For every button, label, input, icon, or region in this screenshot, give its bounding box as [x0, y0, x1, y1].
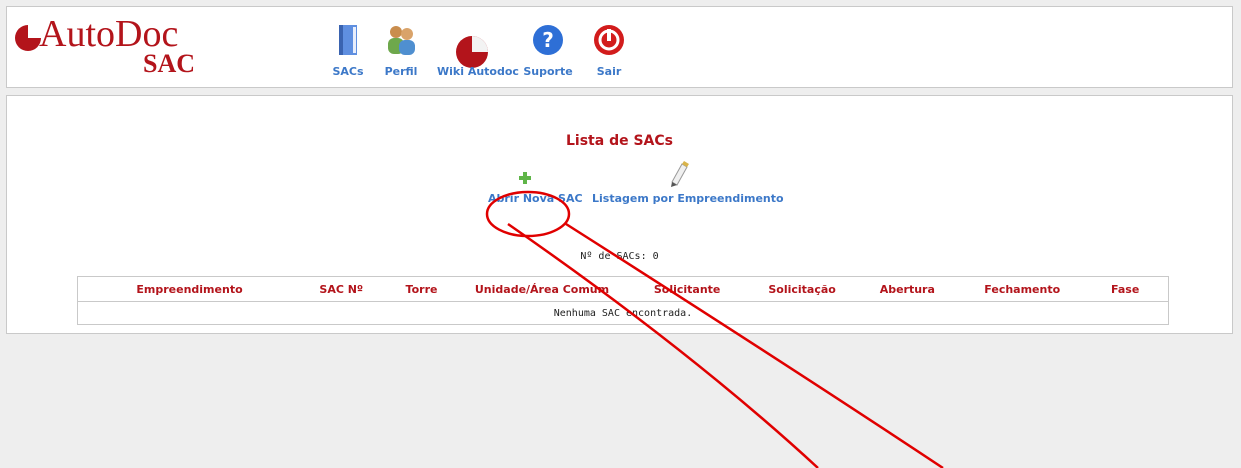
users-icon — [388, 26, 415, 55]
main-panel: Lista de SACs Abrir Nova SAC Listagem po… — [6, 95, 1233, 334]
svg-text:?: ? — [542, 28, 554, 52]
col-fechamento[interactable]: Fechamento — [962, 276, 1083, 302]
list-by-empreendimento-label: Listagem por Empreendimento — [592, 192, 784, 205]
sac-count: Nº de SACs: 0 — [580, 251, 659, 262]
sac-table: Empreendimento SAC Nº Torre Unidade/Área… — [77, 276, 1170, 325]
logo-mark-icon — [15, 25, 41, 51]
nav-suporte-label: Suporte — [523, 65, 573, 78]
logo-brand: AutoDoc — [39, 13, 179, 55]
page-title: Lista de SACs — [566, 133, 673, 149]
open-new-sac-label: Abrir Nova SAC — [488, 192, 583, 205]
list-by-empreendimento-link[interactable]: Listagem por Empreendimento — [592, 161, 784, 205]
table-row: Nenhuma SAC encontrada. — [77, 301, 1169, 325]
book-icon — [339, 25, 357, 55]
col-torre[interactable]: Torre — [381, 276, 462, 302]
col-solicitante[interactable]: Solicitante — [622, 276, 752, 302]
help-icon: ? — [533, 25, 563, 55]
plus-icon — [519, 172, 531, 184]
nav-sair-label: Sair — [596, 65, 622, 78]
nav-suporte[interactable]: ? Suporte — [513, 21, 583, 83]
app-header: AutoDoc SAC SACs Perfil Wiki Autodoc ? S… — [6, 6, 1233, 88]
pie-chart-icon — [456, 36, 488, 68]
autodoc-logo[interactable]: AutoDoc SAC — [15, 13, 215, 87]
col-sac-no[interactable]: SAC Nº — [301, 276, 382, 302]
nav-sair[interactable]: Sair — [574, 21, 644, 83]
col-abertura[interactable]: Abertura — [852, 276, 963, 302]
col-unidade[interactable]: Unidade/Área Comum — [461, 276, 623, 302]
col-empreendimento[interactable]: Empreendimento — [77, 276, 302, 302]
nav-perfil-label: Perfil — [384, 65, 418, 78]
logo-sub: SAC — [143, 49, 196, 78]
nav-perfil[interactable]: Perfil — [366, 21, 436, 83]
col-solicitacao[interactable]: Solicitação — [751, 276, 853, 302]
open-new-sac-link[interactable]: Abrir Nova SAC — [488, 172, 583, 205]
col-fase[interactable]: Fase — [1082, 276, 1170, 302]
table-header-row: Empreendimento SAC Nº Torre Unidade/Área… — [77, 276, 1170, 302]
nav-wiki-autodoc[interactable]: Wiki Autodoc — [437, 21, 519, 83]
power-icon — [594, 25, 624, 55]
empty-message: Nenhuma SAC encontrada. — [77, 301, 1169, 325]
edit-pencil-icon — [671, 161, 689, 187]
nav-wiki-label: Wiki Autodoc — [437, 65, 519, 78]
